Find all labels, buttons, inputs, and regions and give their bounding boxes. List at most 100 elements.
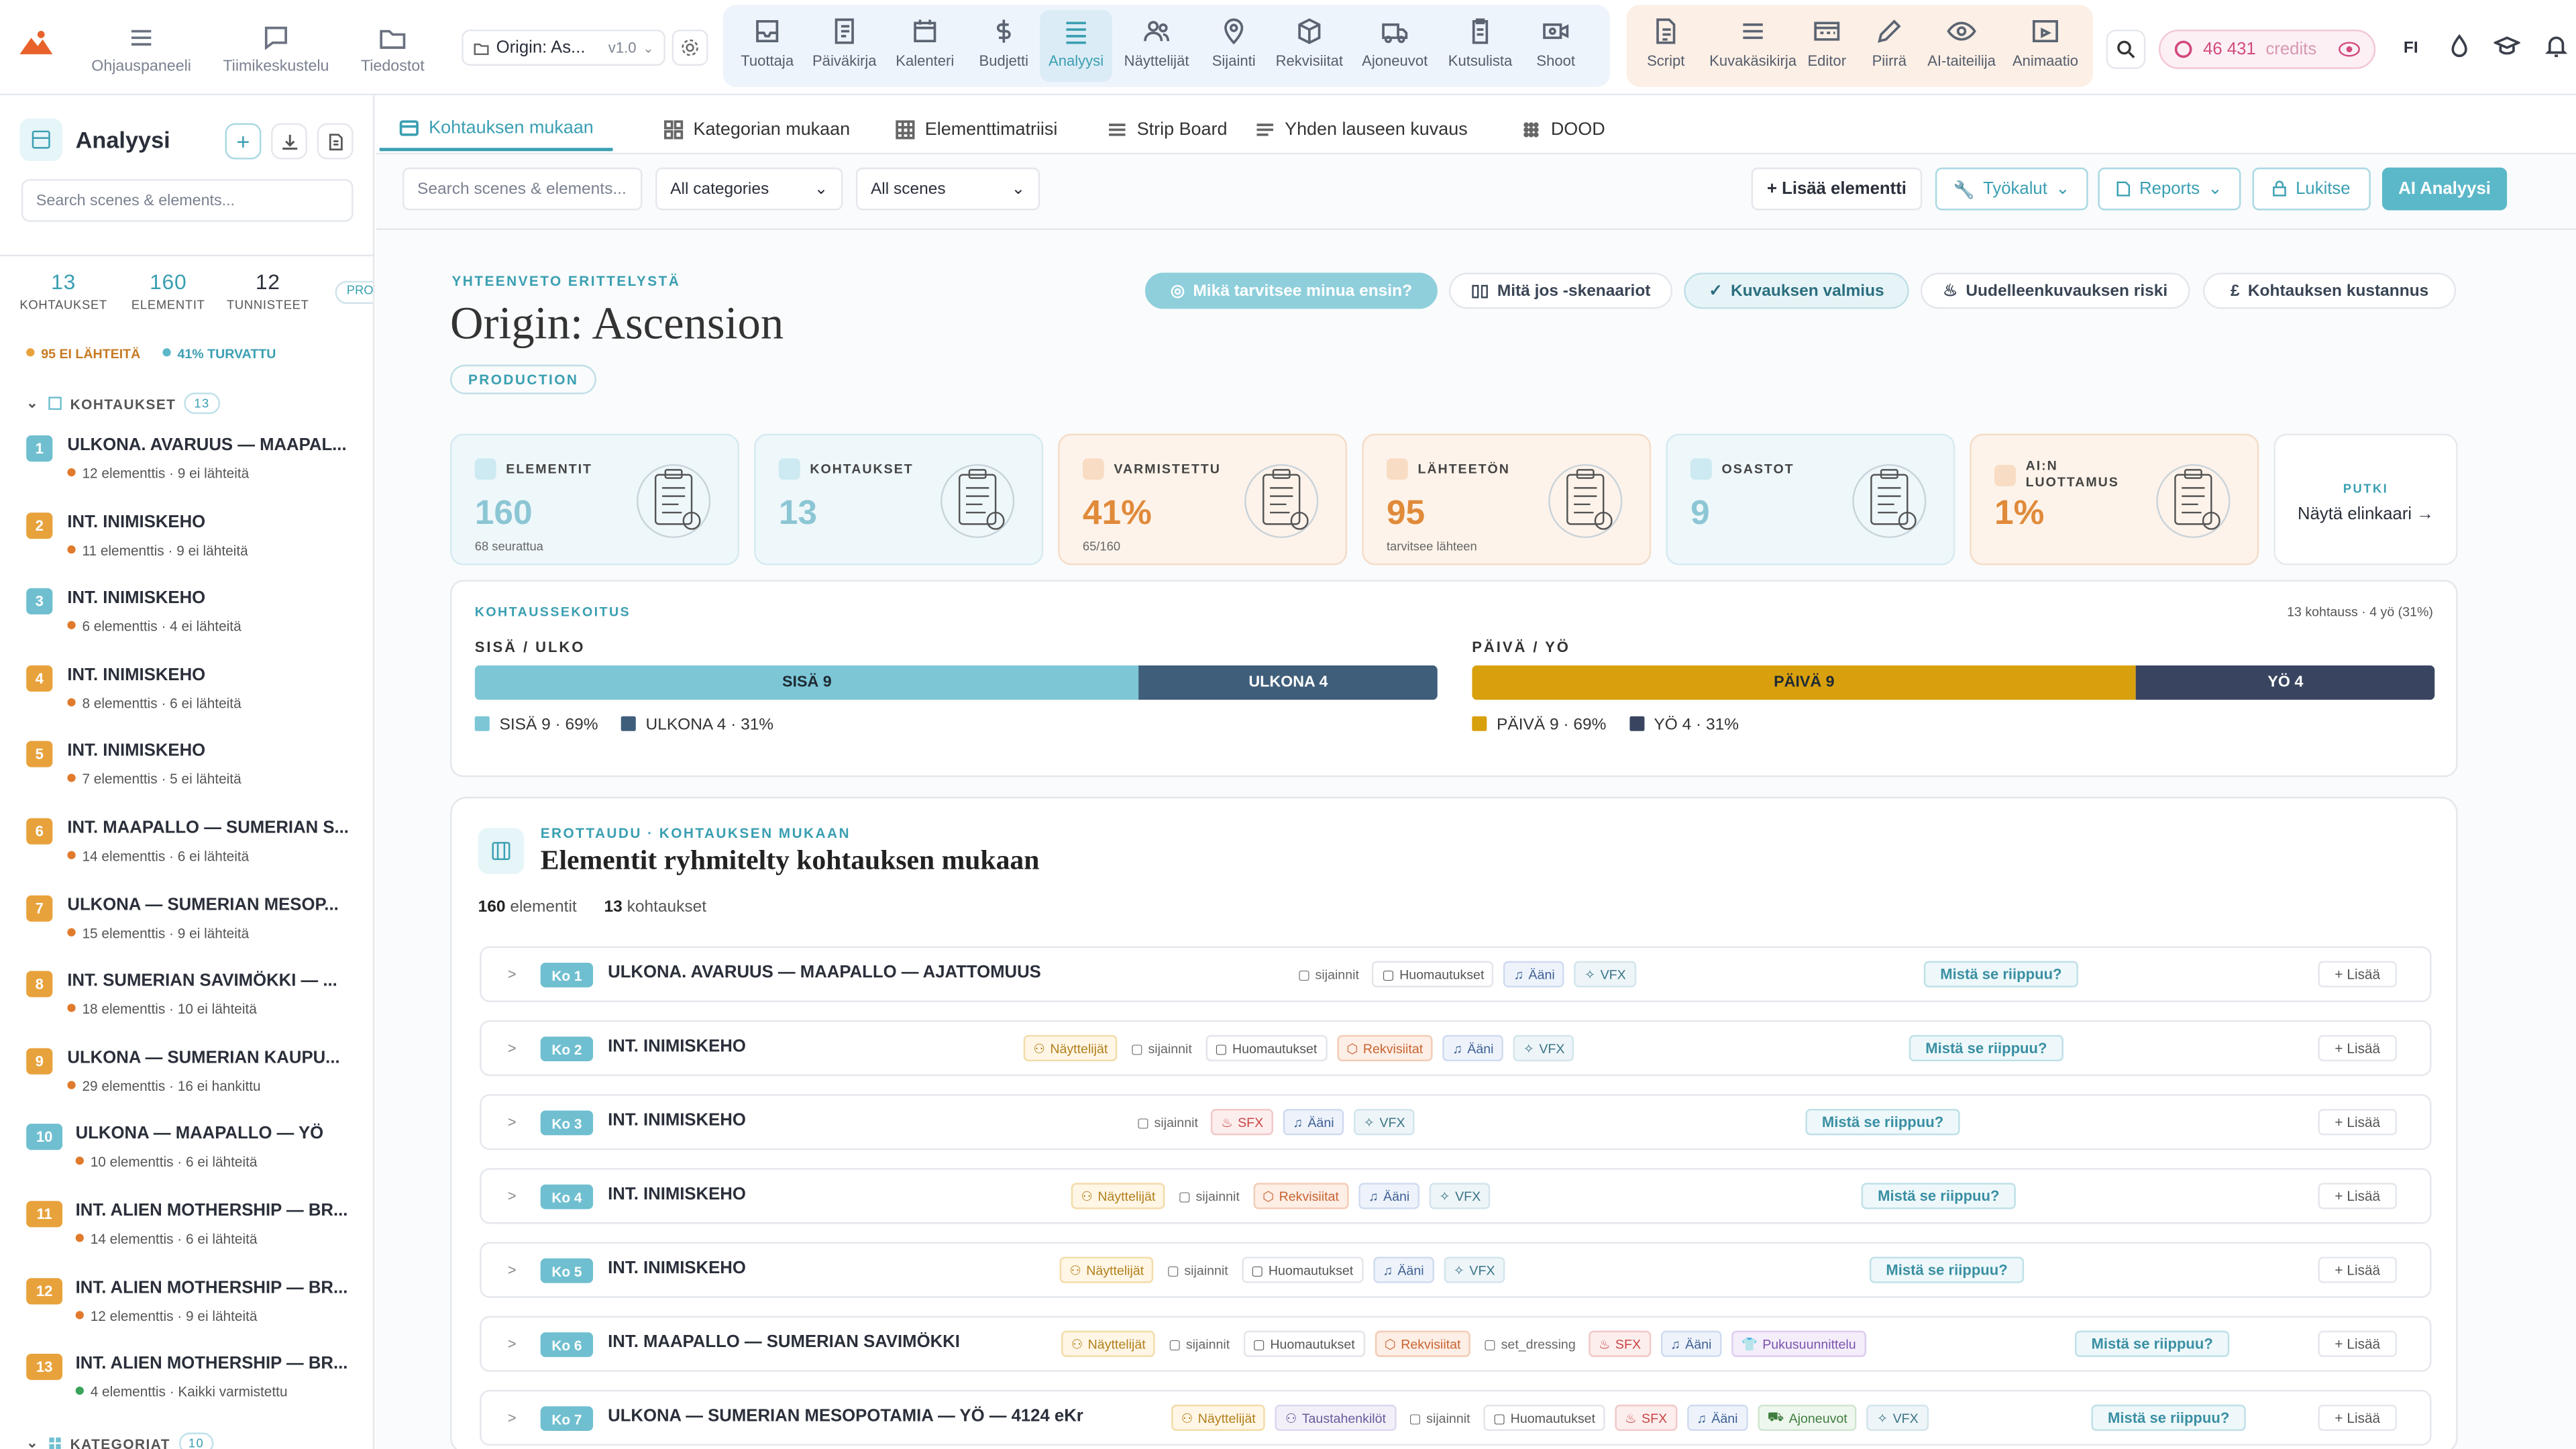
chevron-right-icon[interactable]: >	[508, 1336, 517, 1352]
stat-card-5[interactable]: OSASTOT 9	[1666, 433, 1955, 566]
add-element-row-button[interactable]: + Lisää	[2318, 961, 2398, 987]
scene-row[interactable]: > Ko 4 INT. INIMISKEHO ⚇ Näyttelijät ▢ sijainn…	[480, 1168, 2432, 1224]
document-button[interactable]	[317, 123, 354, 160]
category-select[interactable]: All categories ⌄	[655, 167, 843, 211]
nav-truck[interactable]: Ajoneuvot	[1358, 10, 1431, 83]
sidebar-scene-item[interactable]: 6 INT. MAAPALLO — SUMERIAN S... 14 element…	[26, 815, 363, 881]
nav-dashboard[interactable]: Ohjauspaneeli	[85, 13, 197, 86]
nav-team-chat[interactable]: Tiimikeskustelu	[213, 13, 338, 86]
element-tag[interactable]: ▢ sijainnit	[1133, 1109, 1201, 1136]
insight-pill-4[interactable]: ♨ Uudelleenkuvauksen riski	[1920, 272, 2190, 309]
tab-list[interactable]: Kohtauksen mukaan	[379, 109, 614, 152]
nav-editor[interactable]: Editor	[1790, 10, 1863, 83]
element-tag[interactable]: ✧ VFX	[1574, 961, 1636, 987]
element-tag[interactable]: ⬡ Rekvisiitat	[1336, 1034, 1433, 1062]
sidebar-scene-item[interactable]: 5 INT. INIMISKEHO 7 elementtis · 5 ei läht…	[26, 739, 363, 804]
nav-dollar[interactable]: Budjetti	[967, 10, 1040, 83]
ai-analysis-button[interactable]: AI Analyysi	[2382, 167, 2508, 211]
element-tag[interactable]: ⚇ Näyttelijät	[1171, 1404, 1266, 1432]
insight-pill-3[interactable]: ✓ Kuvauksen valmius	[1684, 272, 1909, 309]
add-element-row-button[interactable]: + Lisää	[2318, 1256, 2398, 1283]
language-switch[interactable]: FI	[2404, 40, 2418, 58]
element-tag[interactable]: ▢ Huomautukset	[1372, 961, 1495, 987]
element-tag[interactable]: ♨ SFX	[1589, 1330, 1651, 1357]
tab-dots[interactable]: DOOD	[1521, 109, 1605, 152]
sidebar-search-input[interactable]: Search scenes & elements...	[21, 178, 354, 222]
dependency-button[interactable]: Mistä se riippuu?	[1909, 1034, 2063, 1062]
dependency-button[interactable]: Mistä se riippuu?	[2075, 1330, 2230, 1357]
element-tag[interactable]: ♫ Ääni	[1686, 1404, 1748, 1432]
dependency-button[interactable]: Mistä se riippuu?	[1923, 961, 2078, 987]
scene-row[interactable]: > Ko 6 INT. MAAPALLO — SUMERIAN SAVIMÖKKI ⚇…	[480, 1316, 2432, 1372]
pro-badge[interactable]: PRO	[335, 280, 373, 305]
tab-matrix[interactable]: Elementtimatriisi	[896, 109, 1057, 152]
element-tag[interactable]: ♨ SFX	[1211, 1109, 1273, 1136]
add-element-row-button[interactable]: + Lisää	[2318, 1109, 2398, 1136]
stat-card-6[interactable]: AI:N LUOTTAMUS 1%	[1970, 433, 2259, 566]
tab-grid[interactable]: Kategorian mukaan	[663, 109, 850, 152]
scene-row[interactable]: > Ko 7 ULKONA — SUMERIAN MESOPOTAMIA — YÖ …	[480, 1389, 2432, 1446]
element-tag[interactable]: ▢ sijainnit	[1127, 1034, 1195, 1062]
element-tag[interactable]: ✧ VFX	[1443, 1256, 1505, 1283]
sidebar-scene-item[interactable]: 10 ULKONA — MAAPALLO — YÖ 10 elementtis · …	[26, 1121, 363, 1187]
stat-card-3[interactable]: VARMISTETTU 41% 65/160	[1058, 433, 1348, 566]
element-tag[interactable]: ♨ SFX	[1615, 1404, 1677, 1432]
chevron-right-icon[interactable]: >	[508, 1262, 517, 1278]
nav-journal[interactable]: Päiväkirja	[808, 10, 881, 83]
sidebar-scene-item[interactable]: 12 INT. ALIEN MOTHERSHIP — BR... 12 elemen…	[26, 1274, 363, 1340]
chevron-right-icon[interactable]: >	[508, 1188, 517, 1204]
element-tag[interactable]: ♫ Ääni	[1660, 1330, 1722, 1357]
scene-select[interactable]: All scenes ⌄	[855, 167, 1040, 211]
sidebar-scene-item[interactable]: 2 INT. INIMISKEHO 11 elementtis · 9 ei läh…	[26, 508, 363, 574]
nav-pin[interactable]: Sijainti	[1197, 10, 1270, 83]
dependency-button[interactable]: Mistä se riippuu?	[2091, 1404, 2246, 1432]
dependency-button[interactable]: Mistä se riippuu?	[1861, 1183, 2016, 1210]
scene-row[interactable]: > Ko 1 ULKONA. AVARUUS — MAAPALLO — AJATTO…	[480, 946, 2432, 1002]
tab-lines[interactable]: Yhden lauseen kuvaus	[1255, 109, 1468, 152]
pipeline-link[interactable]: Näytä elinkaari →	[2275, 504, 2456, 524]
nav-clipboard[interactable]: Kutsulista	[1444, 10, 1517, 83]
element-tag[interactable]: ✧ VFX	[1867, 1404, 1929, 1432]
element-tag[interactable]: ▢ sijainnit	[1163, 1256, 1232, 1283]
insight-pill-5[interactable]: £ Kohtauksen kustannus	[2203, 272, 2457, 309]
element-tag[interactable]: ▢ Huomautukset	[1483, 1404, 1605, 1432]
nav-calendar[interactable]: Kalenteri	[889, 10, 961, 83]
element-tag[interactable]: ▢ sijainnit	[1405, 1404, 1474, 1432]
add-element-button[interactable]: + Lisää elementti	[1751, 167, 1923, 211]
element-tag[interactable]: ▢ set_dressing	[1480, 1330, 1579, 1357]
chevron-right-icon[interactable]: >	[508, 966, 517, 982]
nav-box[interactable]: Rekvisiitat	[1273, 10, 1346, 83]
element-tag[interactable]: ✧ VFX	[1513, 1034, 1575, 1062]
element-tag[interactable]: ♫ Ääni	[1283, 1109, 1344, 1136]
pipeline-link-card[interactable]: PUTKI Näytä elinkaari →	[2273, 433, 2458, 566]
scene-row[interactable]: > Ko 3 INT. INIMISKEHO ▢ sijainnit ♨ SFX ♫ Ääni ✧…	[480, 1094, 2432, 1150]
tab-strips[interactable]: Strip Board	[1108, 109, 1227, 152]
drop-icon[interactable]	[2447, 33, 2473, 59]
element-tag[interactable]: ♫ Ääni	[1373, 1256, 1434, 1283]
element-tag[interactable]: ▢ sijainnit	[1175, 1183, 1243, 1210]
element-tag[interactable]: 👕 Pukusuunnittelu	[1731, 1330, 1866, 1357]
bell-icon[interactable]	[2543, 33, 2569, 59]
nav-eye[interactable]: AI-taiteilija	[1925, 10, 1998, 83]
logo-icon[interactable]	[16, 23, 56, 62]
stat-card-1[interactable]: ELEMENTIT 160 68 seurattua	[450, 433, 740, 566]
tools-button[interactable]: 🔧 Työkalut ⌄	[1935, 167, 2088, 211]
sidebar-scene-item[interactable]: 3 INT. INIMISKEHO 6 elementtis · 4 ei läht…	[26, 585, 363, 651]
element-tag[interactable]: ♫ Ääni	[1442, 1034, 1504, 1062]
element-tag[interactable]: ▢ sijainnit	[1294, 961, 1362, 987]
project-settings-button[interactable]	[672, 30, 708, 66]
element-search-input[interactable]: Search scenes & elements...	[402, 167, 643, 211]
nav-film[interactable]: Animaatio	[2009, 10, 2082, 83]
nav-files[interactable]: Tiedostot	[352, 13, 433, 86]
element-tag[interactable]: ⚇ Näyttelijät	[1059, 1256, 1154, 1283]
sidebar-scene-item[interactable]: 1 ULKONA. AVARUUS — MAAPAL... 12 elementti…	[26, 432, 363, 498]
scene-row[interactable]: > Ko 5 INT. INIMISKEHO ⚇ Näyttelijät ▢ sijainn…	[480, 1242, 2432, 1298]
sidebar-scene-item[interactable]: 9 ULKONA — SUMERIAN KAUPU... 29 elementtis…	[26, 1044, 363, 1110]
nav-analysis[interactable]: Analyysi	[1040, 9, 1112, 83]
insight-pill-2[interactable]: ▯▯ Mitä jos -skenaariot	[1449, 272, 1673, 309]
element-tag[interactable]: ⛟ Ajoneuvot	[1757, 1404, 1858, 1432]
element-tag[interactable]: ⚇ Näyttelijät	[1061, 1330, 1156, 1357]
sidebar-scene-item[interactable]: 13 INT. ALIEN MOTHERSHIP — BR... 4 element…	[26, 1351, 363, 1417]
element-tag[interactable]: ✧ VFX	[1353, 1109, 1415, 1136]
project-selector[interactable]: Origin: As... v1.0 ⌄	[462, 30, 665, 66]
